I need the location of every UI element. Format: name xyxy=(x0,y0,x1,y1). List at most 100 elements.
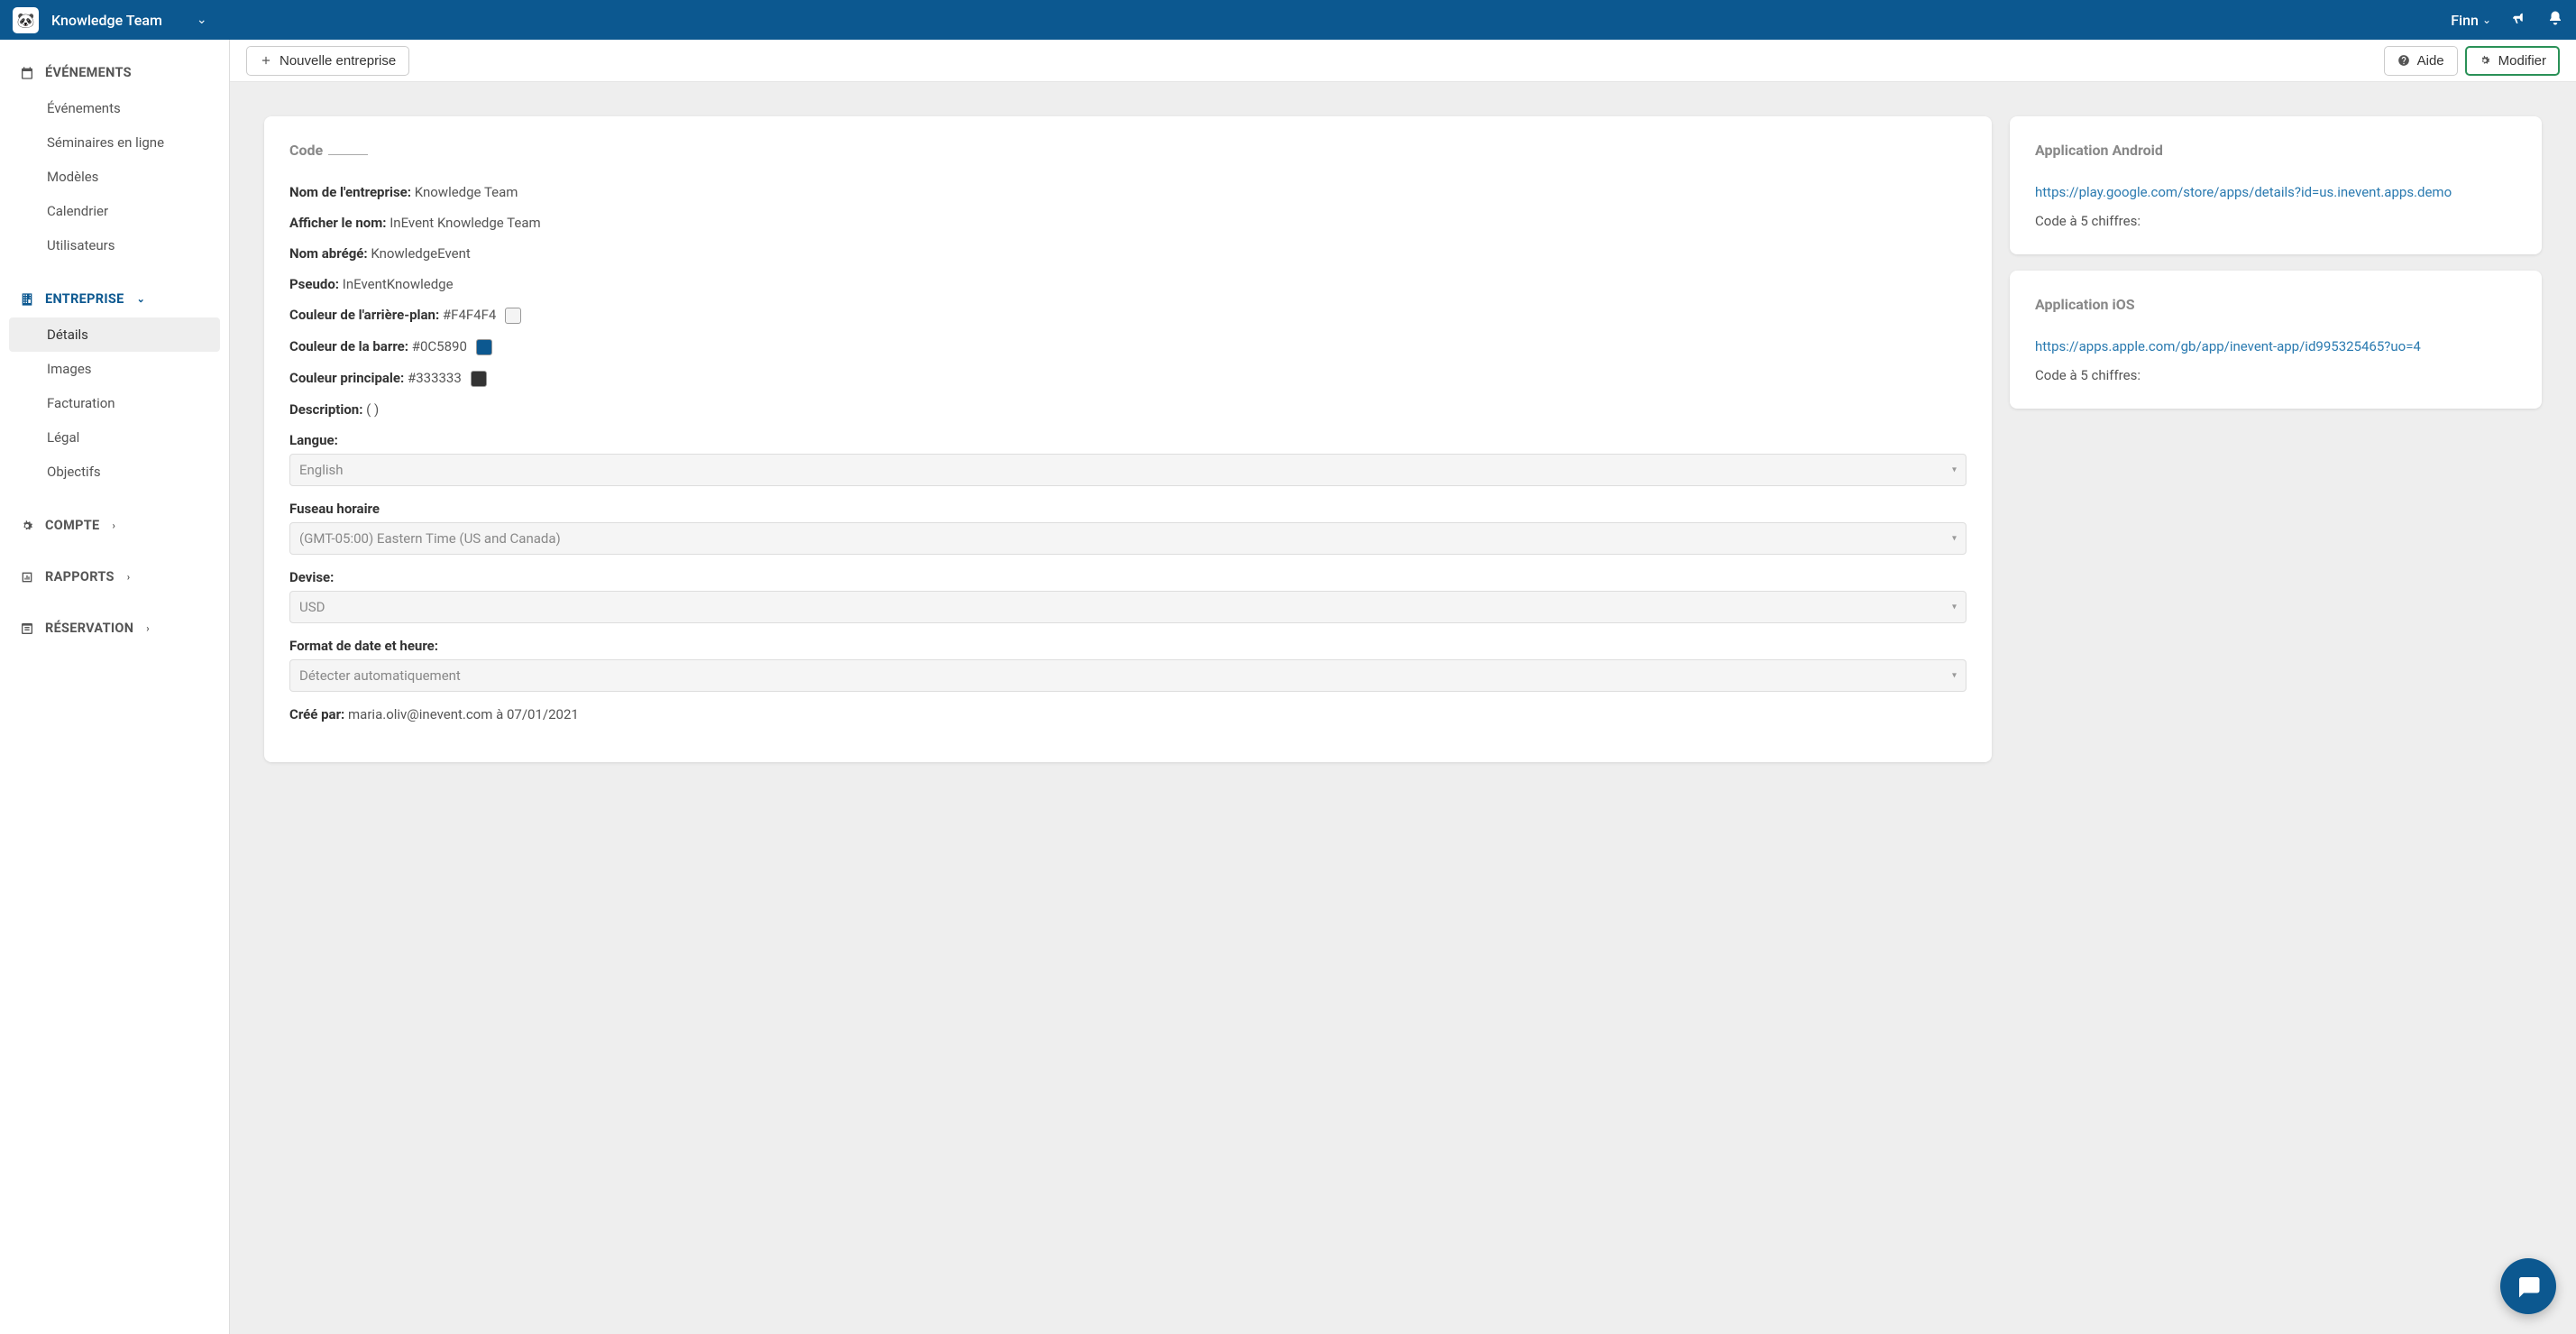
sidebar-heading-reservation-label: RÉSERVATION xyxy=(45,621,133,636)
android-app-link[interactable]: https://play.google.com/store/apps/detai… xyxy=(2035,184,2452,200)
report-icon xyxy=(20,570,34,584)
field-description: Description: ( ) xyxy=(289,401,1966,418)
timezone-select[interactable]: (GMT-05:00) Eastern Time (US and Canada) xyxy=(289,522,1966,555)
code-label: Code xyxy=(289,142,323,159)
plus-icon xyxy=(260,54,272,67)
chevron-down-icon: ⌄ xyxy=(197,13,207,27)
chat-icon xyxy=(2515,1273,2542,1300)
chat-launcher[interactable] xyxy=(2500,1258,2556,1314)
edit-button[interactable]: Modifier xyxy=(2465,46,2560,76)
datetime-format-label: Format de date et heure: xyxy=(289,638,1966,654)
description-label: Description: xyxy=(289,401,362,418)
datetime-format-value: Détecter automatiquement xyxy=(299,667,461,684)
chevron-right-icon: › xyxy=(112,520,115,531)
company-name-value: Knowledge Team xyxy=(415,184,518,200)
sidebar-item-legal[interactable]: Légal xyxy=(0,420,229,455)
ios-app-link[interactable]: https://apps.apple.com/gb/app/inevent-ap… xyxy=(2035,338,2421,354)
description-value: ( ) xyxy=(366,401,379,418)
sidebar-heading-reports-label: RAPPORTS xyxy=(45,569,115,584)
apps-column: Application Android https://play.google.… xyxy=(2010,116,2542,409)
chevron-down-icon: ⌄ xyxy=(137,293,146,305)
toolbar-right: Aide Modifier xyxy=(2384,46,2560,76)
sidebar-item-templates[interactable]: Modèles xyxy=(0,160,229,194)
field-bg-color: Couleur de l'arrière-plan: #F4F4F4 xyxy=(289,307,1966,324)
gear-icon xyxy=(2479,54,2491,67)
display-name-value: InEvent Knowledge Team xyxy=(390,215,540,231)
short-name-label: Nom abrégé: xyxy=(289,245,368,262)
help-icon xyxy=(2397,54,2410,67)
new-enterprise-button[interactable]: Nouvelle entreprise xyxy=(246,46,409,76)
chevron-right-icon: › xyxy=(146,622,150,634)
datetime-format-select[interactable]: Détecter automatiquement xyxy=(289,659,1966,692)
timezone-value: (GMT-05:00) Eastern Time (US and Canada) xyxy=(299,530,561,547)
sidebar-item-webinars[interactable]: Séminaires en ligne xyxy=(0,125,229,160)
sidebar-heading-reports[interactable]: RAPPORTS › xyxy=(0,560,229,593)
app-logo[interactable]: 🐼 xyxy=(13,7,39,33)
field-company-name: Nom de l'entreprise: Knowledge Team xyxy=(289,184,1966,200)
topbar-right: Finn ⌄ xyxy=(2451,10,2563,30)
details-card: Code Nom de l'entreprise: Knowledge Team… xyxy=(264,116,1992,762)
chevron-down-icon: ⌄ xyxy=(2482,14,2491,26)
company-name-label: Nom de l'entreprise: xyxy=(289,184,411,200)
topbar: 🐼 Knowledge Team ⌄ Finn ⌄ xyxy=(0,0,2576,40)
code-blank xyxy=(328,154,368,155)
team-switcher[interactable]: Knowledge Team ⌄ xyxy=(51,12,207,29)
columns: Code Nom de l'entreprise: Knowledge Team… xyxy=(264,116,2542,762)
ios-app-card: Application iOS https://apps.apple.com/g… xyxy=(2010,271,2542,409)
content: Nouvelle entreprise Aide Modifier Code xyxy=(230,40,2576,1334)
sidebar-events-items: Événements Séminaires en ligne Modèles C… xyxy=(0,89,229,282)
sidebar-item-images[interactable]: Images xyxy=(0,352,229,386)
sidebar-enterprise-items: Détails Images Facturation Légal Objecti… xyxy=(0,316,229,509)
main-scroll[interactable]: Code Nom de l'entreprise: Knowledge Team… xyxy=(230,82,2576,1334)
code-heading: Code xyxy=(289,142,1966,159)
sidebar-item-details[interactable]: Détails xyxy=(9,317,220,352)
android-app-title: Application Android xyxy=(2035,142,2516,159)
sidebar-item-billing[interactable]: Facturation xyxy=(0,386,229,420)
user-name-label: Finn xyxy=(2451,12,2479,29)
bell-icon[interactable] xyxy=(2547,10,2563,30)
help-label: Aide xyxy=(2417,53,2444,69)
display-name-label: Afficher le nom: xyxy=(289,215,386,231)
currency-value: USD xyxy=(299,599,325,615)
sidebar-item-calendar[interactable]: Calendrier xyxy=(0,194,229,228)
created-by-label: Créé par: xyxy=(289,706,344,722)
team-name-label: Knowledge Team xyxy=(51,12,162,29)
language-select[interactable]: English xyxy=(289,454,1966,486)
content-toolbar: Nouvelle entreprise Aide Modifier xyxy=(230,40,2576,82)
sidebar-item-objectives[interactable]: Objectifs xyxy=(0,455,229,489)
edit-label: Modifier xyxy=(2498,53,2546,69)
timezone-label: Fuseau horaire xyxy=(289,501,1966,517)
sidebar: ÉVÉNEMENTS Événements Séminaires en lign… xyxy=(0,40,230,1334)
sidebar-item-users[interactable]: Utilisateurs xyxy=(0,228,229,262)
pseudo-label: Pseudo: xyxy=(289,276,339,292)
ios-app-title: Application iOS xyxy=(2035,296,2516,313)
sidebar-heading-account-label: COMPTE xyxy=(45,518,99,533)
topbar-left: 🐼 Knowledge Team ⌄ xyxy=(13,7,207,33)
gear-icon xyxy=(20,519,34,533)
main-color-value: #333333 xyxy=(408,370,462,386)
sidebar-heading-reservation[interactable]: RÉSERVATION › xyxy=(0,612,229,645)
field-pseudo: Pseudo: InEventKnowledge xyxy=(289,276,1966,292)
sidebar-heading-enterprise-label: ENTREPRISE xyxy=(45,291,124,307)
chevron-right-icon: › xyxy=(127,571,131,583)
field-short-name: Nom abrégé: KnowledgeEvent xyxy=(289,245,1966,262)
sidebar-item-events[interactable]: Événements xyxy=(0,91,229,125)
main-color-label: Couleur principale: xyxy=(289,370,404,386)
currency-label: Devise: xyxy=(289,569,1966,585)
android-code-label: Code à 5 chiffres: xyxy=(2035,213,2516,229)
user-menu[interactable]: Finn ⌄ xyxy=(2451,12,2491,29)
bar-color-label: Couleur de la barre: xyxy=(289,338,408,354)
sidebar-heading-events[interactable]: ÉVÉNEMENTS xyxy=(0,56,229,89)
field-display-name: Afficher le nom: InEvent Knowledge Team xyxy=(289,215,1966,231)
layout: ÉVÉNEMENTS Événements Séminaires en lign… xyxy=(0,40,2576,1334)
megaphone-icon[interactable] xyxy=(2511,10,2527,30)
ios-code-label: Code à 5 chiffres: xyxy=(2035,367,2516,383)
currency-select[interactable]: USD xyxy=(289,591,1966,623)
sidebar-heading-account[interactable]: COMPTE › xyxy=(0,509,229,542)
new-enterprise-label: Nouvelle entreprise xyxy=(280,53,396,69)
android-app-card: Application Android https://play.google.… xyxy=(2010,116,2542,254)
sidebar-heading-events-label: ÉVÉNEMENTS xyxy=(45,65,132,80)
sidebar-heading-enterprise[interactable]: ENTREPRISE ⌄ xyxy=(0,282,229,316)
help-button[interactable]: Aide xyxy=(2384,46,2458,76)
bg-color-swatch xyxy=(505,308,521,324)
